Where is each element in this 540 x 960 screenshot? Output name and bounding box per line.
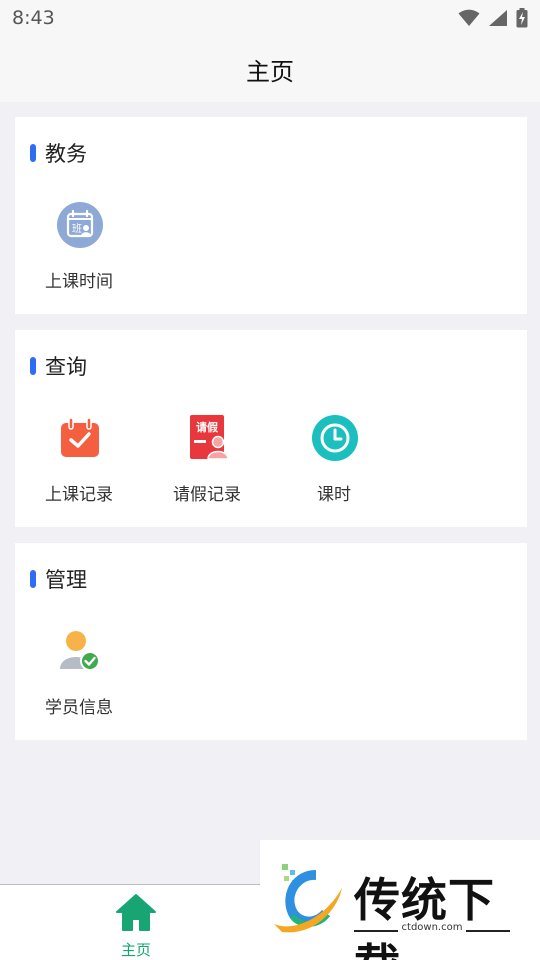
section-header: 教务 (30, 139, 87, 167)
section-card-management: 管理 学员信息 (15, 543, 527, 740)
nav-item-label: 主页 (120, 941, 151, 959)
grid-item-leave-records[interactable]: 请假 请假记录 (143, 414, 271, 514)
section-accent-bar (30, 144, 36, 162)
section-accent-bar (30, 357, 36, 375)
watermark-url: ctdown.com (401, 922, 463, 933)
battery-charging-icon (516, 8, 528, 28)
section-card-query: 查询 上课记录 请假 请假记录 课时 (15, 330, 527, 527)
section-title: 管理 (45, 568, 87, 592)
app-bar: 主页 (0, 36, 540, 102)
grid-item-label: 课时 (317, 485, 351, 505)
section-accent-bar (30, 570, 36, 588)
leave-icon-text: 请假 (196, 420, 219, 434)
leave-request-icon: 请假 (184, 414, 232, 462)
grid-item-label: 请假记录 (173, 485, 241, 505)
student-verified-icon (56, 627, 104, 675)
section-card-academic: 教务 班 上课时间 (15, 117, 527, 314)
section-header: 管理 (30, 565, 87, 593)
grid-item-student-info[interactable]: 学员信息 (15, 627, 143, 727)
status-icons (458, 8, 528, 28)
watermark-divider (354, 930, 398, 932)
class-schedule-icon: 班 (56, 201, 104, 249)
schedule-icon-text: 班 (72, 223, 82, 235)
ctdown-logo-icon (268, 858, 346, 940)
watermark-brand: 传统下载 (354, 873, 495, 960)
grid-item-label: 上课时间 (45, 272, 113, 292)
status-time: 8:43 (12, 7, 55, 29)
watermark-overlay: 传统下载 ctdown.com (260, 840, 540, 960)
cell-signal-icon (489, 10, 507, 26)
grid-item-class-time[interactable]: 班 上课时间 (15, 201, 143, 301)
section-title: 查询 (45, 355, 87, 379)
grid-item-label: 学员信息 (45, 698, 113, 718)
nav-item-home[interactable]: 主页 (96, 891, 176, 959)
grid-item-label: 上课记录 (45, 485, 113, 505)
grid-item-class-hours[interactable]: 课时 (270, 414, 398, 514)
calendar-check-icon (56, 414, 104, 462)
watermark-divider (466, 930, 510, 932)
grid-item-class-records[interactable]: 上课记录 (15, 414, 143, 514)
wifi-icon (458, 9, 480, 26)
home-screen: 8:43 主页 教务 班 上课时间 查询 上课记录 请假 请假记录 课时 管理 … (0, 0, 540, 960)
home-icon (115, 893, 157, 933)
section-title: 教务 (45, 142, 87, 166)
clock-icon (311, 414, 359, 462)
section-header: 查询 (30, 352, 87, 380)
page-title: 主页 (246, 57, 294, 86)
status-bar: 8:43 (0, 0, 540, 36)
